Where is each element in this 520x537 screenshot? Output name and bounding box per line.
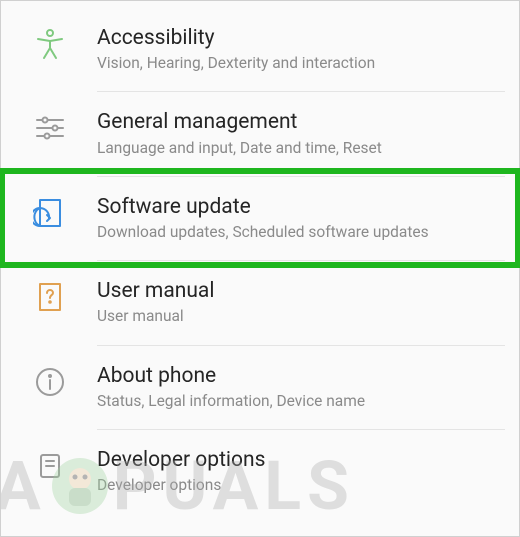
settings-item-text: User manual User manual xyxy=(79,278,501,326)
settings-item-title: User manual xyxy=(97,278,501,304)
accessibility-icon xyxy=(21,25,79,61)
settings-item-user-manual[interactable]: User manual User manual xyxy=(1,260,519,344)
settings-item-subtitle: Download updates, Scheduled software upd… xyxy=(97,222,501,242)
settings-item-title: Accessibility xyxy=(97,25,501,51)
settings-item-accessibility[interactable]: Accessibility Vision, Hearing, Dexterity… xyxy=(1,7,519,91)
settings-item-developer-options[interactable]: Developer options Developer options xyxy=(1,429,519,513)
info-icon xyxy=(21,363,79,399)
settings-item-subtitle: Developer options xyxy=(97,475,501,495)
settings-item-general-management[interactable]: General management Language and input, D… xyxy=(1,91,519,175)
update-icon xyxy=(21,194,79,230)
settings-item-title: Software update xyxy=(97,194,501,220)
settings-item-title: About phone xyxy=(97,363,501,389)
settings-item-text: General management Language and input, D… xyxy=(79,109,501,157)
settings-item-text: Accessibility Vision, Hearing, Dexterity… xyxy=(79,25,501,73)
settings-item-text: About phone Status, Legal information, D… xyxy=(79,363,501,411)
settings-item-subtitle: Status, Legal information, Device name xyxy=(97,391,501,411)
settings-item-subtitle: User manual xyxy=(97,306,501,326)
settings-item-title: Developer options xyxy=(97,447,501,473)
sliders-icon xyxy=(21,109,79,145)
settings-item-text: Developer options Developer options xyxy=(79,447,501,495)
manual-icon xyxy=(21,278,79,314)
settings-item-subtitle: Language and input, Date and time, Reset xyxy=(97,138,501,158)
settings-screen: Accessibility Vision, Hearing, Dexterity… xyxy=(0,0,520,537)
settings-item-subtitle: Vision, Hearing, Dexterity and interacti… xyxy=(97,53,501,73)
settings-list: Accessibility Vision, Hearing, Dexterity… xyxy=(1,1,519,513)
settings-item-about-phone[interactable]: About phone Status, Legal information, D… xyxy=(1,345,519,429)
developer-icon xyxy=(21,447,79,483)
settings-item-title: General management xyxy=(97,109,501,135)
settings-item-software-update[interactable]: Software update Download updates, Schedu… xyxy=(1,176,519,260)
settings-item-text: Software update Download updates, Schedu… xyxy=(79,194,501,242)
